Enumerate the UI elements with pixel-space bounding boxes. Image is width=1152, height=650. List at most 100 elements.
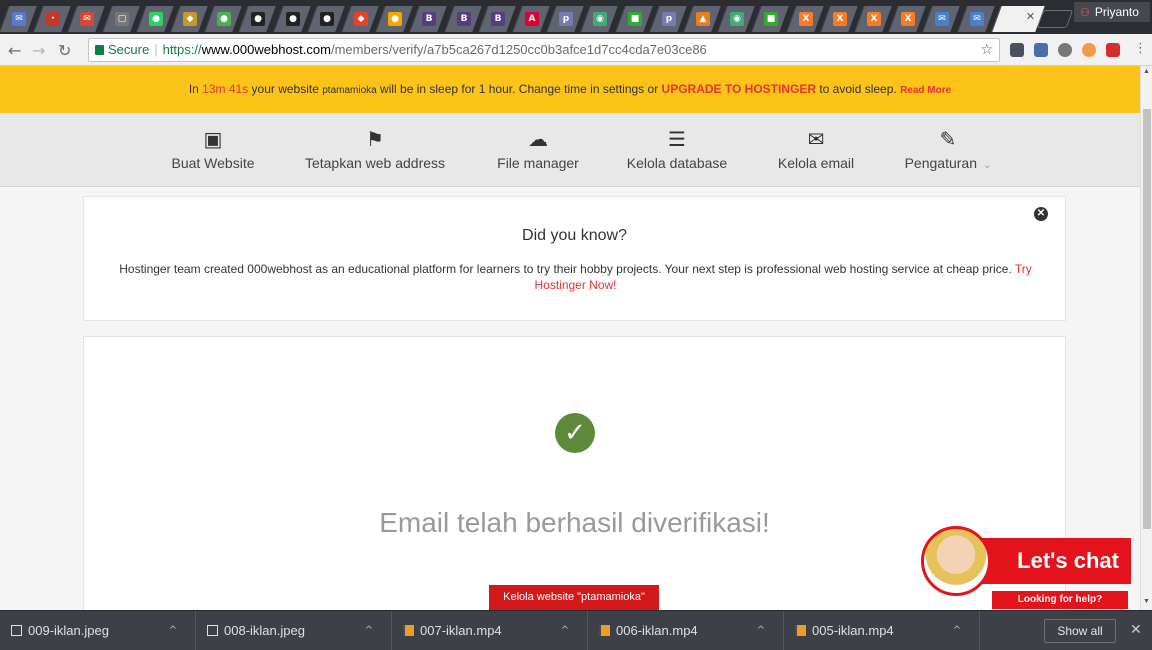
forward-arrow-icon[interactable]: →: [32, 41, 45, 60]
mail-icon: ✉: [969, 12, 984, 26]
close-icon[interactable]: ✕: [1130, 622, 1142, 638]
extension-icon[interactable]: [1106, 43, 1120, 57]
verification-card: ✓ Email telah berhasil diverifikasi!: [83, 336, 1066, 610]
github-icon: ●: [251, 12, 266, 26]
browser-tab[interactable]: ▢: [101, 6, 140, 32]
chevron-down-icon: ⌄: [983, 160, 992, 171]
xampp-icon: X: [798, 12, 813, 26]
support-agent-avatar: [921, 526, 991, 596]
flag-icon: ⚑: [366, 127, 384, 151]
card-body: Hostinger team created 000webhost as an …: [104, 261, 1047, 293]
lock-icon: [95, 45, 104, 55]
download-item[interactable]: 008-iklan.jpeg ^: [196, 611, 392, 650]
chevron-up-icon[interactable]: ^: [953, 611, 961, 650]
browser-tab[interactable]: X: [785, 6, 824, 32]
browser-tab[interactable]: ·: [33, 6, 71, 32]
cloud-upload-icon: ☁: [528, 127, 548, 151]
active-browser-tab[interactable]: ✕: [991, 6, 1045, 32]
browser-tab[interactable]: ◆: [341, 6, 379, 32]
nav-file-manager[interactable]: ☁ File manager: [493, 127, 583, 171]
show-all-downloads-button[interactable]: Show all: [1044, 619, 1116, 643]
scroll-thumb[interactable]: [1143, 109, 1151, 529]
browser-tab[interactable]: ●: [375, 6, 413, 32]
nav-kelola-database[interactable]: ☰ Kelola database: [625, 127, 729, 171]
browser-tab[interactable]: ✉: [956, 6, 995, 32]
banner-text: In: [188, 82, 203, 96]
browser-tab[interactable]: p: [649, 6, 687, 32]
chevron-up-icon[interactable]: ^: [757, 611, 765, 650]
browser-tab[interactable]: B: [443, 6, 482, 32]
nav-buat-website[interactable]: ▣ Buat Website: [170, 127, 256, 171]
live-chat-widget[interactable]: Let's chat Looking for help?: [921, 526, 1133, 610]
browser-tab[interactable]: ●: [307, 6, 345, 32]
did-you-know-card: ✕ Did you know? Hostinger team created 0…: [83, 196, 1066, 321]
browser-tab[interactable]: ■: [751, 6, 790, 32]
card-title: Did you know?: [522, 227, 627, 244]
nav-tetapkan-web-address[interactable]: ⚑ Tetapkan web address: [303, 127, 447, 171]
browser-tab[interactable]: ◉: [717, 6, 755, 32]
browser-tab[interactable]: ●: [136, 6, 174, 32]
xampp-icon: X: [901, 12, 916, 26]
browser-tab[interactable]: ■: [614, 6, 653, 32]
address-bar[interactable]: Secure | https://www.000webhost.com/member…: [88, 38, 1000, 62]
browser-tab[interactable]: B: [409, 6, 448, 32]
xampp-icon: X: [867, 12, 881, 26]
new-tab-button[interactable]: [1036, 10, 1074, 28]
profile-button[interactable]: ⚇ Priyanto: [1074, 2, 1150, 22]
reload-icon[interactable]: ↻: [58, 41, 71, 60]
browser-tab[interactable]: ●: [238, 6, 277, 32]
looking-for-help-label[interactable]: Looking for help?: [992, 591, 1128, 609]
banner-site-name: ptamamioka: [322, 85, 377, 96]
browser-tab[interactable]: ◆: [170, 6, 208, 32]
download-filename: 005-iklan.mp4: [812, 623, 894, 638]
browser-tab[interactable]: p: [546, 6, 584, 32]
nav-pengaturan[interactable]: ✎ Pengaturan ⌄: [903, 127, 993, 171]
check-circle-icon: ✓: [555, 413, 595, 453]
browser-tab[interactable]: A: [512, 6, 550, 32]
extension-icon[interactable]: [1010, 43, 1024, 57]
browser-tab[interactable]: ✉: [922, 6, 961, 32]
image-file-icon: [207, 625, 218, 636]
browser-tab[interactable]: X: [854, 6, 892, 32]
url-path: /members/verify/a7b5ca267d1250cc0b3afce1…: [330, 42, 707, 57]
chevron-up-icon[interactable]: ^: [365, 611, 373, 650]
close-tab-icon[interactable]: ✕: [1025, 10, 1034, 23]
bookmark-star-icon[interactable]: ☆: [980, 39, 993, 61]
manage-website-button[interactable]: Kelola website "ptamamioka": [489, 585, 659, 610]
extension-icon[interactable]: [1034, 43, 1048, 57]
browser-tab[interactable]: ●: [204, 6, 242, 32]
browser-tab[interactable]: X: [820, 6, 858, 32]
image-file-icon: [11, 625, 22, 636]
nav-kelola-email[interactable]: ✉ Kelola email: [776, 127, 856, 171]
close-icon[interactable]: ✕: [1034, 207, 1048, 221]
extension-icon[interactable]: [1082, 43, 1096, 57]
read-more-link[interactable]: Read More: [900, 85, 951, 96]
upgrade-link[interactable]: UPGRADE TO HOSTINGER: [662, 82, 816, 96]
page-scrollbar[interactable]: ▲ ▼: [1140, 66, 1152, 610]
browser-tab[interactable]: ✉: [0, 6, 37, 32]
nav-label: Kelola email: [777, 155, 855, 171]
database-icon: ☰: [668, 127, 686, 151]
browser-tab[interactable]: ◉: [580, 6, 619, 32]
download-item[interactable]: 007-iklan.mp4 ^: [392, 611, 588, 650]
back-arrow-icon[interactable]: ←: [8, 41, 21, 60]
menu-kebab-icon[interactable]: ⋮: [1134, 41, 1147, 56]
browser-toolbar: ← → ↻ Secure | https://www.000webhost.com/…: [0, 34, 1152, 66]
browser-tab[interactable]: ▲: [683, 6, 721, 32]
download-item[interactable]: 009-iklan.jpeg ^: [0, 611, 196, 650]
lets-chat-button[interactable]: Let's chat: [981, 538, 1131, 584]
chevron-up-icon[interactable]: ^: [169, 611, 177, 650]
download-item[interactable]: 006-iklan.mp4 ^: [588, 611, 784, 650]
document-icon: ▢: [114, 12, 129, 26]
download-item[interactable]: 005-iklan.mp4 ^: [784, 611, 980, 650]
url-host: www.000webhost.com: [201, 42, 331, 57]
scroll-up-arrow-icon[interactable]: ▲: [1143, 68, 1150, 75]
browser-tab[interactable]: X: [888, 6, 926, 32]
scroll-down-arrow-icon[interactable]: ▼: [1143, 598, 1150, 605]
extension-icon[interactable]: [1058, 43, 1072, 57]
browser-tab[interactable]: B: [478, 6, 516, 32]
browser-tab[interactable]: ✉: [67, 6, 106, 32]
globe-icon: ◉: [730, 12, 745, 26]
browser-tab[interactable]: ●: [272, 6, 311, 32]
chevron-up-icon[interactable]: ^: [561, 611, 569, 650]
